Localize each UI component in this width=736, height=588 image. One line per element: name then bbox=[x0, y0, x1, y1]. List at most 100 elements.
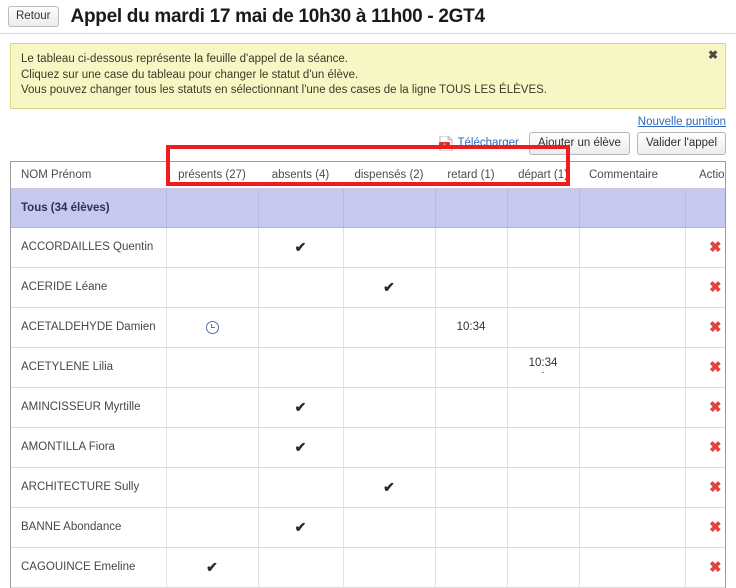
cell-presents[interactable] bbox=[166, 507, 258, 547]
delete-row-icon[interactable]: ✖ bbox=[709, 319, 722, 336]
cell-depart[interactable] bbox=[507, 267, 579, 307]
cell-presents[interactable] bbox=[166, 347, 258, 387]
cell-retard[interactable] bbox=[435, 547, 507, 587]
download-link[interactable]: Télécharger bbox=[457, 137, 518, 149]
new-punition-link[interactable]: Nouvelle punition bbox=[638, 116, 726, 128]
cell-depart[interactable] bbox=[507, 227, 579, 267]
cell-comment[interactable] bbox=[579, 507, 685, 547]
delete-row-icon[interactable]: ✖ bbox=[709, 399, 722, 416]
cell-depart[interactable] bbox=[507, 507, 579, 547]
delete-row-icon[interactable]: ✖ bbox=[709, 239, 722, 256]
all-students-retard-cell[interactable] bbox=[435, 188, 507, 227]
cell-dispenses[interactable]: ✔ bbox=[343, 267, 435, 307]
check-icon: ✔ bbox=[295, 519, 307, 535]
cell-comment[interactable] bbox=[579, 467, 685, 507]
cell-comment[interactable] bbox=[579, 307, 685, 347]
cell-comment[interactable] bbox=[579, 547, 685, 587]
add-student-button[interactable]: Ajouter un élève bbox=[529, 132, 630, 155]
cell-depart[interactable] bbox=[507, 427, 579, 467]
cell-comment[interactable] bbox=[579, 267, 685, 307]
cell-dispenses[interactable] bbox=[343, 227, 435, 267]
cell-presents[interactable]: ✔ bbox=[166, 547, 258, 587]
column-header-depart[interactable]: départ (1) bbox=[507, 162, 579, 189]
cell-retard[interactable] bbox=[435, 267, 507, 307]
column-header-presents[interactable]: présents (27) bbox=[166, 162, 258, 189]
cell-dispenses[interactable] bbox=[343, 427, 435, 467]
cell-absents[interactable]: ✔ bbox=[258, 387, 343, 427]
column-header-absents[interactable]: absents (4) bbox=[258, 162, 343, 189]
cell-dispenses[interactable] bbox=[343, 307, 435, 347]
all-students-action-cell bbox=[685, 188, 726, 227]
table-row[interactable]: AMINCISSEUR Myrtille✔✖ bbox=[11, 387, 726, 427]
delete-row-icon[interactable]: ✖ bbox=[709, 279, 722, 296]
table-row[interactable]: AMONTILLA Fiora✔✖ bbox=[11, 427, 726, 467]
cell-presents[interactable] bbox=[166, 467, 258, 507]
column-header-retard[interactable]: retard (1) bbox=[435, 162, 507, 189]
cell-absents[interactable]: ✔ bbox=[258, 427, 343, 467]
cell-absents[interactable]: ✔ bbox=[258, 227, 343, 267]
cell-absents[interactable]: ✔ bbox=[258, 507, 343, 547]
cell-presents[interactable] bbox=[166, 307, 258, 347]
table-row[interactable]: ACERIDE Léane✔✖ bbox=[11, 267, 726, 307]
download-group[interactable]: A Télécharger bbox=[439, 136, 518, 151]
cell-depart[interactable]: 10:34- bbox=[507, 347, 579, 387]
cell-dispenses[interactable]: ✔ bbox=[343, 467, 435, 507]
all-students-dispenses-cell[interactable] bbox=[343, 188, 435, 227]
cell-retard[interactable] bbox=[435, 347, 507, 387]
cell-depart[interactable] bbox=[507, 467, 579, 507]
delete-row-icon[interactable]: ✖ bbox=[709, 519, 722, 536]
cell-presents[interactable] bbox=[166, 267, 258, 307]
all-students-depart-cell[interactable] bbox=[507, 188, 579, 227]
all-students-presents-cell[interactable] bbox=[166, 188, 258, 227]
cell-dispenses[interactable] bbox=[343, 547, 435, 587]
close-icon[interactable]: ✖ bbox=[708, 49, 718, 61]
cell-retard[interactable] bbox=[435, 227, 507, 267]
cell-retard[interactable] bbox=[435, 387, 507, 427]
cell-retard[interactable]: 10:34 bbox=[435, 307, 507, 347]
cell-comment[interactable] bbox=[579, 227, 685, 267]
cell-comment[interactable] bbox=[579, 347, 685, 387]
cell-absents[interactable] bbox=[258, 547, 343, 587]
cell-presents[interactable] bbox=[166, 387, 258, 427]
all-students-absents-cell[interactable] bbox=[258, 188, 343, 227]
delete-row-icon[interactable]: ✖ bbox=[709, 559, 722, 576]
notice-line-1: Le tableau ci-dessous représente la feui… bbox=[21, 52, 699, 68]
column-header-name[interactable]: NOM Prénom bbox=[11, 162, 166, 189]
column-header-commentaire[interactable]: Commentaire bbox=[579, 162, 685, 189]
all-students-row[interactable]: Tous (34 élèves) bbox=[11, 188, 726, 227]
cell-depart[interactable] bbox=[507, 387, 579, 427]
cell-absents[interactable] bbox=[258, 307, 343, 347]
cell-dispenses[interactable] bbox=[343, 387, 435, 427]
table-row[interactable]: ACETALDEHYDE Damien10:34✖ bbox=[11, 307, 726, 347]
delete-row-icon[interactable]: ✖ bbox=[709, 479, 722, 496]
table-row[interactable]: BANNE Abondance✔✖ bbox=[11, 507, 726, 547]
cell-dispenses[interactable] bbox=[343, 507, 435, 547]
delete-row-icon[interactable]: ✖ bbox=[709, 359, 722, 376]
table-row[interactable]: ACETYLENE Lilia10:34-✖ bbox=[11, 347, 726, 387]
cell-comment[interactable] bbox=[579, 387, 685, 427]
cell-retard[interactable] bbox=[435, 467, 507, 507]
cell-presents[interactable] bbox=[166, 427, 258, 467]
cell-depart[interactable] bbox=[507, 547, 579, 587]
cell-presents[interactable] bbox=[166, 227, 258, 267]
cell-retard[interactable] bbox=[435, 427, 507, 467]
table-row[interactable]: CAGOUINCE Emeline✔ ✖ bbox=[11, 547, 726, 587]
page-header: Retour Appel du mardi 17 mai de 10h30 à … bbox=[0, 0, 736, 33]
back-button[interactable]: Retour bbox=[8, 6, 59, 27]
cell-absents[interactable] bbox=[258, 267, 343, 307]
column-header-dispenses[interactable]: dispensés (2) bbox=[343, 162, 435, 189]
cell-action: ✖ bbox=[685, 547, 726, 587]
cell-absents[interactable] bbox=[258, 347, 343, 387]
cell-absents[interactable] bbox=[258, 467, 343, 507]
table-row[interactable]: ACCORDAILLES Quentin✔✖ bbox=[11, 227, 726, 267]
cell-depart[interactable] bbox=[507, 307, 579, 347]
cell-comment[interactable] bbox=[579, 427, 685, 467]
validate-call-button[interactable]: Valider l'appel bbox=[637, 132, 726, 155]
all-students-comment-cell[interactable] bbox=[579, 188, 685, 227]
check-icon: ✔ bbox=[383, 279, 395, 295]
cell-dispenses[interactable] bbox=[343, 347, 435, 387]
table-row[interactable]: ARCHITECTURE Sully✔✖ bbox=[11, 467, 726, 507]
delete-row-icon[interactable]: ✖ bbox=[709, 439, 722, 456]
student-name: CAGOUINCE Emeline bbox=[11, 547, 166, 587]
cell-retard[interactable] bbox=[435, 507, 507, 547]
